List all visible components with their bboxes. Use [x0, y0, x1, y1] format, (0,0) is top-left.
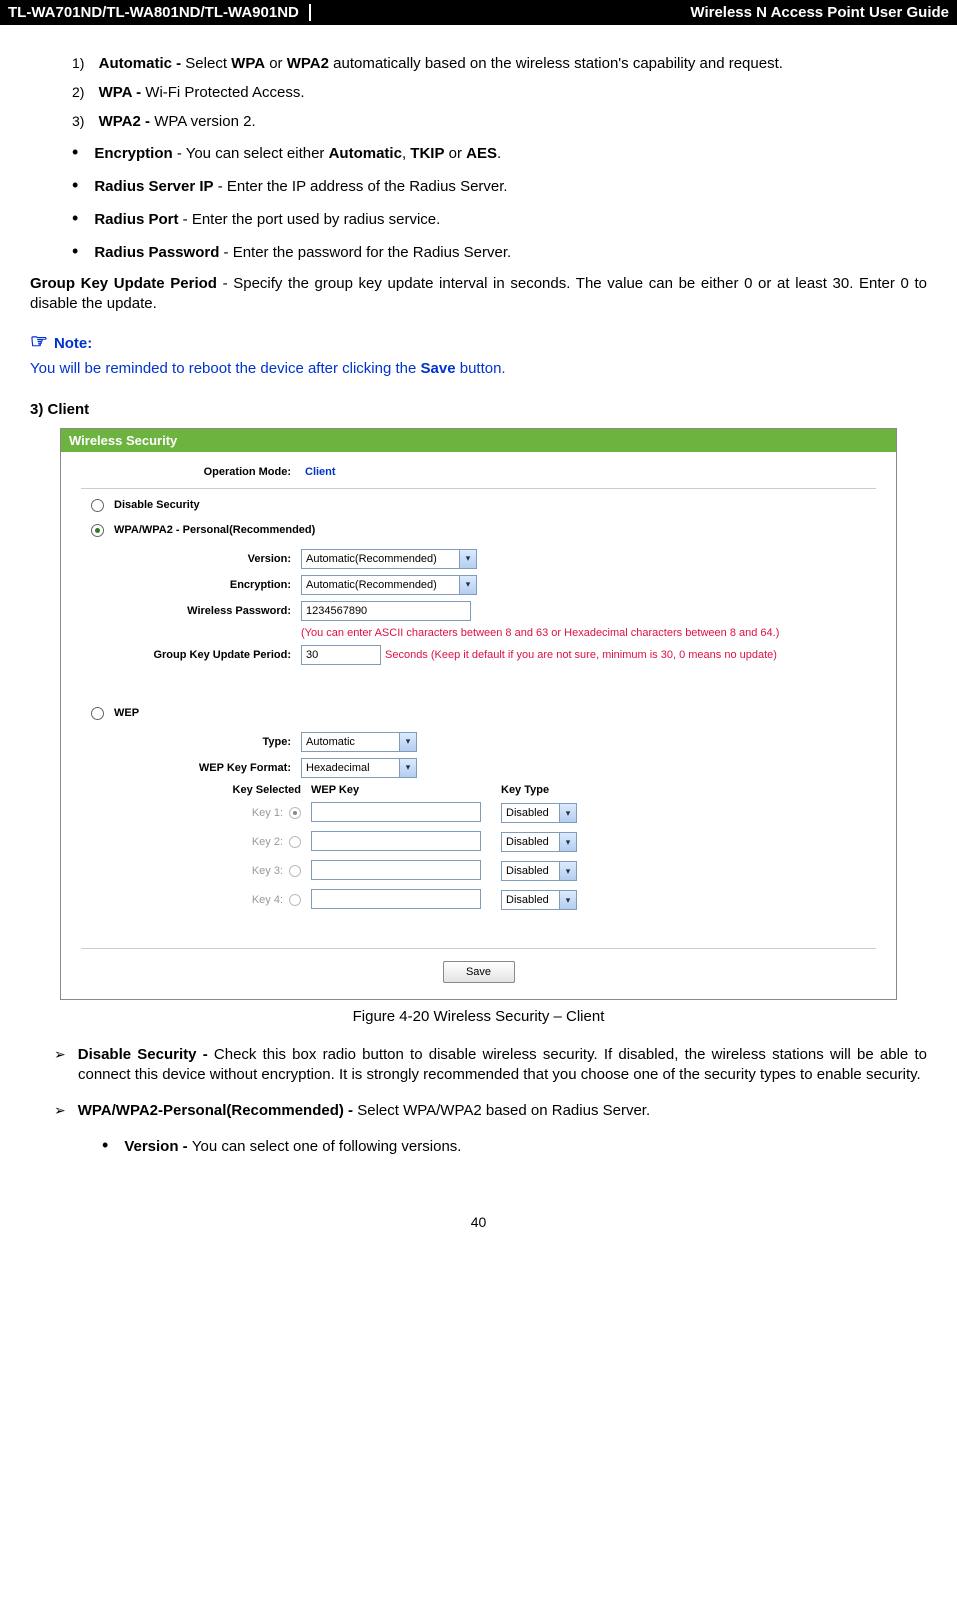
radio-wep[interactable]: WEP [91, 707, 876, 720]
model-number: TL-WA701ND/TL-WA801ND/TL-WA901ND [8, 4, 311, 21]
wep-key2-type-select[interactable]: Disabled▾ [501, 832, 577, 852]
wep-key-table: Key Selected WEP Key Key Type Key 1: Dis… [151, 784, 876, 912]
encryption-label: Encryption: [81, 579, 301, 591]
type-select[interactable]: Automatic ▾ [301, 732, 417, 752]
wep-format-label: WEP Key Format: [81, 762, 301, 774]
wep-key3-input[interactable] [311, 860, 481, 880]
wep-key3-type-select[interactable]: Disabled▾ [501, 861, 577, 881]
radio-icon [91, 707, 104, 720]
page-number: 40 [0, 1194, 957, 1250]
bullet-list: Encryption - You can select either Autom… [30, 142, 927, 262]
radio-icon [91, 524, 104, 537]
radio-wpa-personal[interactable]: WPA/WPA2 - Personal(Recommended) [91, 524, 876, 537]
chevron-down-icon: ▾ [399, 733, 416, 751]
wireless-password-input[interactable]: 1234567890 [301, 601, 471, 621]
chevron-down-icon: ▾ [459, 576, 476, 594]
list-item: 2) WPA - Wi-Fi Protected Access. [72, 84, 927, 101]
col-key-type: Key Type [501, 784, 621, 796]
list-item: Radius Port - Enter the port used by rad… [72, 208, 927, 229]
wep-key4-input[interactable] [311, 889, 481, 909]
sub-bullet-list: Version - You can select one of followin… [78, 1133, 927, 1157]
wep-row: Key 4: Disabled▾ [151, 889, 876, 912]
figure-caption: Figure 4-20 Wireless Security – Client [30, 1008, 927, 1025]
version-label: Version: [81, 553, 301, 565]
group-key-paragraph: Group Key Update Period - Specify the gr… [30, 274, 927, 315]
wep-row: Key 1: Disabled▾ [151, 802, 876, 825]
radio-icon [91, 499, 104, 512]
encryption-select[interactable]: Automatic(Recommended) ▾ [301, 575, 477, 595]
col-wep-key: WEP Key [311, 784, 501, 796]
list-item: Radius Password - Enter the password for… [72, 241, 927, 262]
password-hint: (You can enter ASCII characters between … [301, 627, 876, 639]
list-item: 1) Automatic - Select WPA or WPA2 automa… [72, 55, 927, 72]
list-item: WPA/WPA2-Personal(Recommended) - Select … [54, 1101, 927, 1158]
section-heading-client: 3) Client [30, 401, 927, 418]
radio-disable-security[interactable]: Disable Security [91, 499, 876, 512]
chevron-down-icon: ▾ [559, 891, 576, 909]
operation-mode-value: Client [301, 466, 336, 478]
wep-row: Key 2: Disabled▾ [151, 831, 876, 854]
pointing-hand-icon: ☞ [30, 331, 48, 353]
operation-mode-label: Operation Mode: [81, 466, 301, 478]
list-item: Radius Server IP - Enter the IP address … [72, 175, 927, 196]
note-heading: ☞Note: [30, 329, 927, 354]
wireless-password-label: Wireless Password: [81, 605, 301, 617]
panel-title: Wireless Security [61, 429, 896, 452]
radio-icon[interactable] [289, 894, 301, 906]
chevron-down-icon: ▾ [559, 862, 576, 880]
arrow-list: Disable Security - Check this box radio … [30, 1045, 927, 1158]
radio-icon[interactable] [289, 836, 301, 848]
group-key-label: Group Key Update Period: [81, 649, 301, 661]
radio-icon[interactable] [289, 865, 301, 877]
chevron-down-icon: ▾ [559, 804, 576, 822]
wep-key4-type-select[interactable]: Disabled▾ [501, 890, 577, 910]
numbered-list: 1) Automatic - Select WPA or WPA2 automa… [30, 55, 927, 130]
chevron-down-icon: ▾ [399, 759, 416, 777]
wep-format-select[interactable]: Hexadecimal ▾ [301, 758, 417, 778]
chevron-down-icon: ▾ [459, 550, 476, 568]
wep-row: Key 3: Disabled▾ [151, 860, 876, 883]
group-key-hint: Seconds (Keep it default if you are not … [385, 649, 777, 661]
version-select[interactable]: Automatic(Recommended) ▾ [301, 549, 477, 569]
col-key-selected: Key Selected [151, 784, 311, 796]
guide-title: Wireless N Access Point User Guide [690, 4, 949, 21]
header-banner: TL-WA701ND/TL-WA801ND/TL-WA901ND Wireles… [0, 0, 957, 25]
wep-key1-type-select[interactable]: Disabled▾ [501, 803, 577, 823]
radio-icon[interactable] [289, 807, 301, 819]
list-item: 3) WPA2 - WPA version 2. [72, 113, 927, 130]
list-item: Version - You can select one of followin… [102, 1133, 927, 1157]
wep-key1-input[interactable] [311, 802, 481, 822]
note-body: You will be reminded to reboot the devic… [30, 360, 927, 377]
list-item: Disable Security - Check this box radio … [54, 1045, 927, 1086]
type-label: Type: [81, 736, 301, 748]
group-key-input[interactable]: 30 [301, 645, 381, 665]
wep-key2-input[interactable] [311, 831, 481, 851]
save-button[interactable]: Save [443, 961, 515, 983]
chevron-down-icon: ▾ [559, 833, 576, 851]
screenshot-wireless-security: Wireless Security Operation Mode: Client… [60, 428, 897, 1000]
list-item: Encryption - You can select either Autom… [72, 142, 927, 163]
